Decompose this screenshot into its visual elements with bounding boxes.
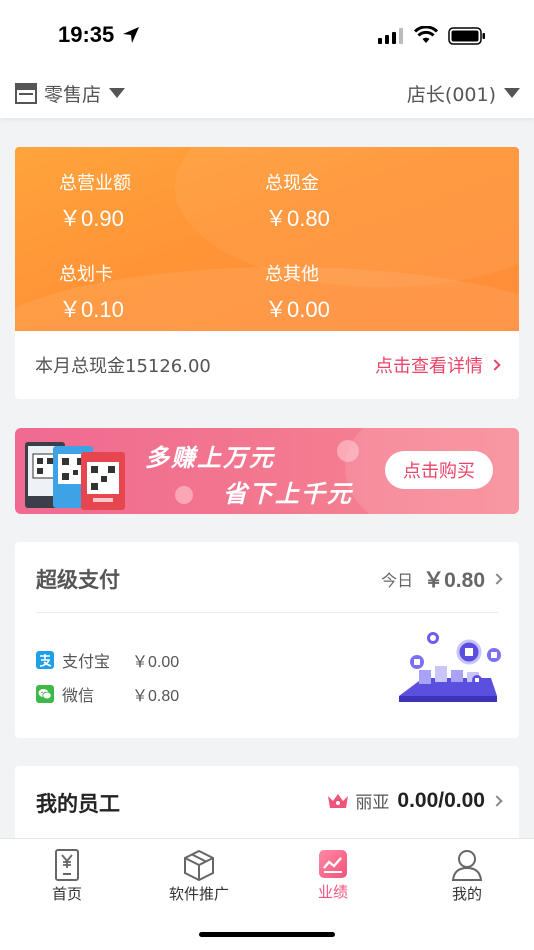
wifi-icon xyxy=(414,26,438,43)
stat-title: 总现金 xyxy=(265,173,319,194)
chart-icon xyxy=(319,850,347,878)
promo-headline: 多赚上万元 xyxy=(145,444,275,472)
qr-devices-illustration xyxy=(25,442,125,510)
location-arrow-icon xyxy=(123,27,139,43)
tab-label: 首页 xyxy=(51,885,82,903)
payment-method-name: 微信 xyxy=(62,686,95,705)
stat-value: ￥0.10 xyxy=(59,297,124,322)
decor-blob xyxy=(337,440,359,462)
view-details-link[interactable]: 点击查看详情 xyxy=(375,352,501,378)
tab-bar: 首页 软件推广 业绩 我的 xyxy=(0,838,534,950)
store-selector[interactable]: 零售店 xyxy=(14,78,126,108)
super-pay-title: 超级支付 xyxy=(36,568,120,592)
stat-total-card: 总划卡 ￥0.10 xyxy=(59,260,124,324)
home-yen-icon xyxy=(55,849,79,881)
today-value: ￥0.80 xyxy=(423,569,485,592)
employee-summary[interactable]: 丽亚 0.00/0.00 xyxy=(327,788,503,813)
user-icon xyxy=(451,850,483,881)
payment-method-amount: ￥0.80 xyxy=(132,688,180,705)
stat-total-revenue: 总营业额 ￥0.90 xyxy=(59,169,131,233)
alipay-icon xyxy=(36,651,54,669)
revenue-card: 总营业额 ￥0.90 总现金 ￥0.80 总划卡 ￥0.10 总其他 ￥0.00… xyxy=(15,147,519,399)
decor-wave xyxy=(175,147,519,287)
chevron-right-icon xyxy=(491,794,503,807)
my-employees-card[interactable]: 我的员工 丽亚 0.00/0.00 xyxy=(15,766,519,838)
caret-down-icon xyxy=(504,88,520,98)
tab-software-promo[interactable]: 软件推广 xyxy=(154,849,244,904)
tab-label: 我的 xyxy=(451,885,482,903)
payment-method-row: 支付宝 ￥0.00 xyxy=(36,648,179,672)
employees-title: 我的员工 xyxy=(36,792,120,816)
view-details-label: 点击查看详情 xyxy=(375,356,483,377)
tab-label: 软件推广 xyxy=(168,885,229,903)
signal-icon xyxy=(378,28,403,44)
caret-down-icon xyxy=(109,88,126,98)
stat-title: 总其他 xyxy=(265,264,319,285)
store-icon xyxy=(15,83,37,104)
stat-total-cash: 总现金 ￥0.80 xyxy=(265,169,330,233)
chevron-right-icon xyxy=(489,359,501,371)
promo-subheadline: 省下上千元 xyxy=(223,480,353,508)
home-indicator xyxy=(199,932,335,937)
manager-label: 店长(001) xyxy=(406,83,496,106)
manager-selector[interactable]: 店长(001) xyxy=(407,78,520,108)
top-employee-name: 丽亚 xyxy=(355,793,390,813)
buy-button[interactable]: 点击购买 xyxy=(385,451,493,489)
crown-icon xyxy=(328,793,349,808)
super-pay-card[interactable]: 超级支付 今日 ￥0.80 支付宝 ￥0.00 微信 ￥0.80 xyxy=(15,542,519,738)
stat-value: ￥0.90 xyxy=(59,206,124,231)
payment-method-name: 支付宝 xyxy=(62,652,111,671)
divider xyxy=(36,612,498,613)
promo-banner[interactable]: 多赚上万元 省下上千元 点击购买 xyxy=(15,428,519,514)
payment-method-row: 微信 ￥0.80 xyxy=(36,682,179,706)
month-cash-text: 本月总现金15126.00 xyxy=(35,356,211,377)
tab-performance[interactable]: 业绩 xyxy=(288,849,378,902)
tab-label: 业绩 xyxy=(317,883,348,901)
tab-home[interactable]: 首页 xyxy=(22,849,112,904)
tab-mine[interactable]: 我的 xyxy=(422,849,512,904)
box-icon xyxy=(184,849,214,881)
stat-total-other: 总其他 ￥0.00 xyxy=(265,260,330,324)
revenue-summary: 总营业额 ￥0.90 总现金 ￥0.80 总划卡 ￥0.10 总其他 ￥0.00 xyxy=(15,147,519,331)
today-label: 今日 xyxy=(381,571,414,590)
wechat-icon xyxy=(36,685,54,703)
stat-value: ￥0.00 xyxy=(265,297,330,322)
status-time: 19:35 xyxy=(58,22,115,47)
decor-blob xyxy=(175,486,193,504)
stat-title: 总营业额 xyxy=(59,173,131,194)
today-summary[interactable]: 今日 ￥0.80 xyxy=(381,564,503,594)
top-nav: 零售店 店长(001) xyxy=(0,70,534,118)
chevron-right-icon xyxy=(491,573,503,585)
month-cash-row: 本月总现金15126.00 点击查看详情 xyxy=(15,331,519,399)
stat-title: 总划卡 xyxy=(59,264,113,285)
employee-value: 0.00/0.00 xyxy=(397,788,485,812)
battery-icon xyxy=(448,27,485,45)
payment-method-amount: ￥0.00 xyxy=(132,654,180,671)
payment-city-illustration xyxy=(399,632,501,702)
status-bar: 19:35 xyxy=(0,0,534,70)
store-label: 零售店 xyxy=(44,83,102,106)
stat-value: ￥0.80 xyxy=(265,206,330,231)
